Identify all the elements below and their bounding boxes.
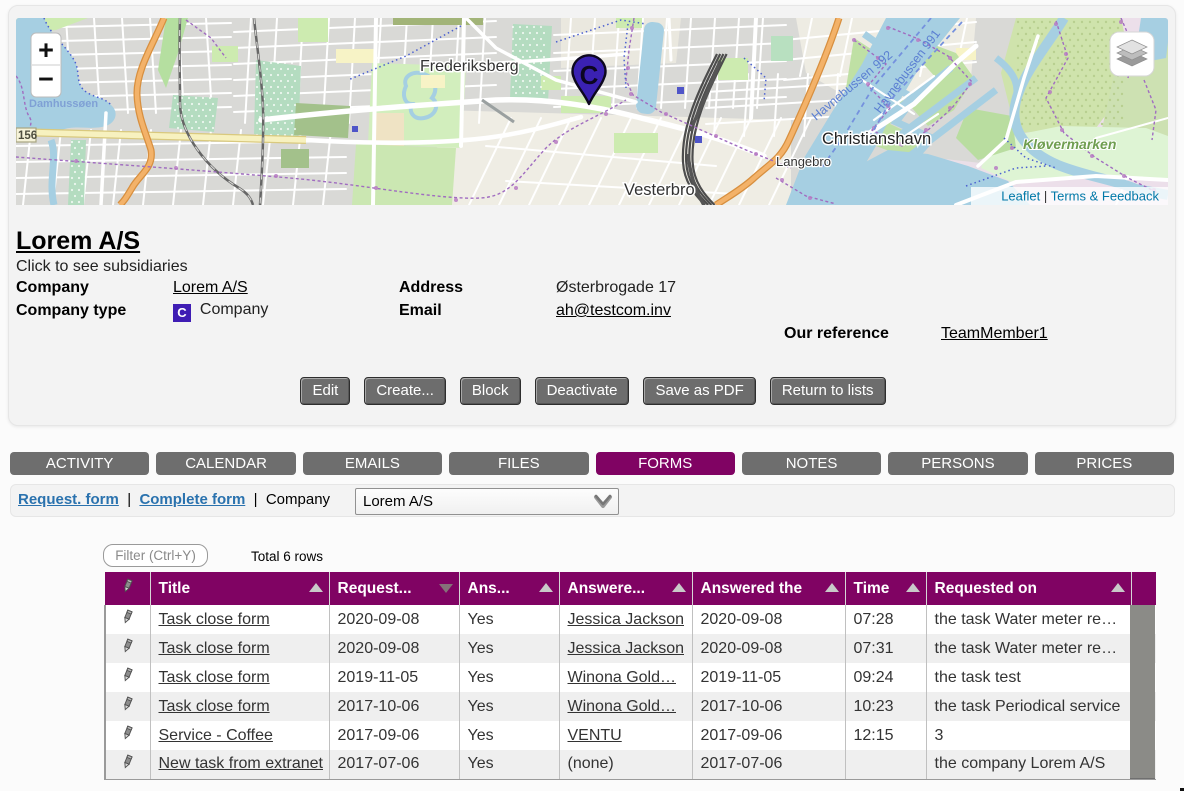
svg-text:C: C: [580, 60, 599, 90]
svg-text:Kløvermarken: Kløvermarken: [1023, 136, 1116, 152]
svg-text:Langebro: Langebro: [776, 154, 831, 169]
svg-text:+: +: [38, 35, 54, 65]
svg-text:Damhussøen: Damhussøen: [29, 98, 98, 110]
svg-text:Frederiksberg: Frederiksberg: [420, 58, 519, 75]
svg-text:Christianshavn: Christianshavn: [822, 130, 931, 148]
svg-text:Vesterbro: Vesterbro: [624, 181, 695, 199]
svg-text:156: 156: [18, 130, 37, 142]
svg-text:Leaflet | Terms & Feedback: Leaflet | Terms & Feedback: [1001, 189, 1159, 204]
svg-text:−: −: [38, 64, 54, 94]
